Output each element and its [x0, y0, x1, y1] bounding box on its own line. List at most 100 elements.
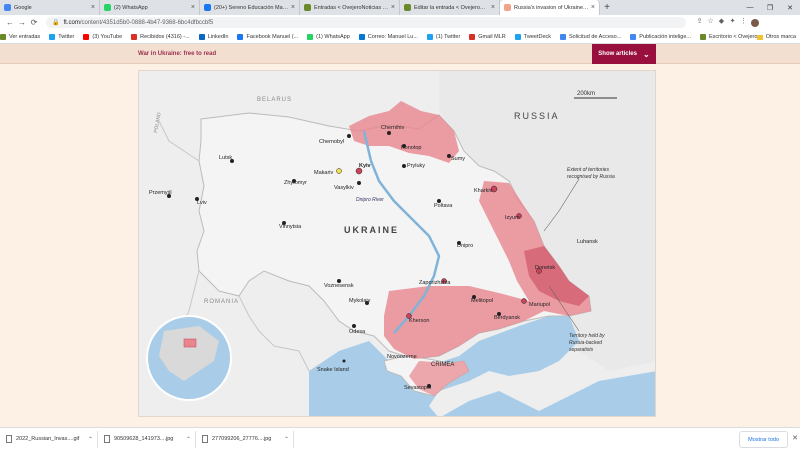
tab-close-icon[interactable]: × — [591, 4, 595, 11]
bookmark-item[interactable]: Recibidos (4316) -... — [131, 33, 190, 40]
forward-icon[interactable]: → — [16, 18, 28, 27]
city-snake-island: Snake Island — [317, 367, 349, 373]
bookmark-item[interactable]: Publicación intelige... — [630, 33, 691, 40]
city-sevastopol: Sevastopol — [404, 385, 431, 391]
new-tab-icon[interactable]: + — [600, 0, 614, 15]
reload-icon[interactable]: ⟳ — [28, 18, 40, 27]
browser-tab[interactable]: Google × — [0, 0, 100, 15]
bookmark-item[interactable]: Facebook Manuel (... — [237, 33, 299, 40]
browser-tab[interactable]: Editar la entrada < OvejeroNoticia × — [400, 0, 500, 15]
bookmark-item[interactable]: Solicitud de Acceso... — [560, 33, 622, 40]
globe-ukraine-highlight — [183, 338, 197, 348]
tab-close-icon[interactable]: × — [191, 4, 195, 11]
annotation-recognised-2: recognised by Russia — [567, 174, 615, 180]
city-dot-makariv — [336, 168, 342, 174]
bookmark-label: TweetDeck — [523, 33, 552, 40]
city-zhytomyr: Zhytomyr — [284, 180, 307, 186]
city-kyiv: Kyiv — [359, 163, 372, 169]
bookmarks-bar: Ver entradas Twitter (3) YouTube Recibidos … — [0, 30, 800, 44]
bookmark-label: (1) Twitter — [435, 33, 461, 40]
star-icon[interactable]: ☆ — [705, 17, 716, 29]
city-zaporizhzhia: Zaporizhzhia — [419, 280, 451, 286]
city-makariv: Makariv — [314, 170, 334, 176]
city-crimea: CRIMEA — [431, 362, 454, 368]
bookmark-item[interactable]: (1) WhatsApp — [307, 33, 350, 40]
browser-tab[interactable]: Entradas < OvejeroNoticias — W × — [300, 0, 400, 15]
city-novoozerne: Novoozerne — [387, 354, 417, 360]
show-articles-label: Show articles — [598, 51, 637, 57]
browser-tab[interactable]: (2) WhatsApp × — [100, 0, 200, 15]
download-item[interactable]: 277099206_27776....jpg ⌃ — [202, 430, 294, 448]
close-downloads-icon[interactable]: ✕ — [792, 434, 798, 442]
city-berdyansk: Berdyansk — [494, 315, 520, 321]
file-icon — [202, 435, 208, 443]
bookmark-label: Recibidos (4316) -... — [140, 33, 190, 40]
city-pryluky: Pryluky — [407, 163, 425, 169]
chevron-up-icon[interactable]: ⌃ — [186, 436, 191, 443]
bookmark-label: Facebook Manuel (... — [246, 33, 299, 40]
puzzle-icon[interactable]: ✦ — [727, 17, 738, 29]
download-item[interactable]: 90509628_141973....jpg ⌃ — [104, 430, 196, 448]
tab-label: Google — [14, 4, 32, 11]
url-path: /content/4351d5b0-0888-4b47-9368-6bc4dfb… — [79, 19, 214, 26]
other-bookmarks[interactable]: Otros marca — [756, 30, 796, 43]
bookmark-label: Escritorio < Ovejero... — [708, 33, 763, 40]
bookmark-label: Twitter — [58, 33, 75, 40]
download-item[interactable]: 2022_Russian_Invas....gif ⌃ — [6, 430, 98, 448]
url-host: ft.com — [63, 19, 80, 26]
bookmark-item[interactable]: Escritorio < Ovejero... — [699, 33, 763, 40]
city-lviv: Lviv — [197, 200, 207, 206]
minimize-icon[interactable]: — — [740, 0, 760, 15]
tab-close-icon[interactable]: × — [491, 4, 495, 11]
ft-war-bar: War in Ukraine: free to read — [0, 44, 800, 64]
file-icon — [104, 435, 110, 443]
close-window-icon[interactable]: ✕ — [780, 0, 800, 15]
city-kharkiv: Kharkiv — [474, 188, 493, 194]
chevron-up-icon[interactable]: ⌃ — [88, 436, 93, 443]
tab-close-icon[interactable]: × — [391, 4, 395, 11]
tab-favicon-icon — [204, 4, 211, 11]
bookmark-label: Solicitud de Acceso... — [569, 33, 622, 40]
bookmark-favicon-icon — [83, 33, 90, 40]
city-konotop: Konotop — [401, 145, 422, 151]
bookmark-item[interactable]: Twitter — [49, 33, 75, 40]
bookmark-label: Publicación intelige... — [639, 33, 691, 40]
bookmark-favicon-icon — [358, 33, 365, 40]
bookmark-favicon-icon — [237, 33, 244, 40]
tab-label: (2) WhatsApp — [114, 4, 148, 11]
annotation-held-1: Territory held by — [569, 333, 605, 339]
bookmark-favicon-icon — [49, 33, 56, 40]
bookmark-item[interactable]: LinkedIn — [198, 33, 228, 40]
bookmark-favicon-icon — [198, 33, 205, 40]
back-icon[interactable]: ← — [4, 18, 16, 27]
annotation-held-3: separatists — [569, 347, 594, 353]
chevron-up-icon[interactable]: ⌃ — [284, 436, 289, 443]
show-all-downloads-button[interactable]: Mostrar todo — [739, 431, 788, 448]
country-romania: ROMANIA — [204, 299, 239, 305]
address-bar[interactable]: 🔒 ft.com /content/4351d5b0-0888-4b47-936… — [46, 17, 686, 28]
tab-favicon-icon — [4, 4, 11, 11]
show-articles-button[interactable]: Show articles ⌄ — [592, 44, 656, 64]
bookmark-favicon-icon — [426, 33, 433, 40]
chevron-down-icon: ⌄ — [642, 49, 650, 59]
menu-dots-icon[interactable]: ⋮ — [738, 17, 749, 29]
lock-icon: 🔒 — [52, 20, 60, 26]
tab-label: Russia's invasion of Ukraine in m — [514, 4, 589, 11]
tab-close-icon[interactable]: × — [291, 4, 295, 11]
bookmark-item[interactable]: TweetDeck — [514, 33, 552, 40]
war-title[interactable]: War in Ukraine: free to read — [138, 51, 216, 57]
avatar[interactable] — [749, 17, 760, 29]
tab-close-icon[interactable]: × — [91, 4, 95, 11]
maximize-icon[interactable]: ❐ — [760, 0, 780, 15]
browser-tab[interactable]: (20+) Sereno Educación Magallan× — [200, 0, 300, 15]
bookmark-label: (1) WhatsApp — [316, 33, 350, 40]
bookmark-item[interactable]: Correo: Manuel Lu... — [358, 33, 418, 40]
browser-tab[interactable]: Russia's invasion of Ukraine in m × — [500, 0, 600, 15]
bookmark-item[interactable]: Gmail MLR — [469, 33, 506, 40]
extension-icon[interactable]: ◆ — [716, 17, 727, 29]
bookmark-item[interactable]: (3) YouTube — [83, 33, 122, 40]
city-dot-chernobyl — [347, 134, 351, 138]
share-icon[interactable]: ⇪ — [694, 17, 705, 29]
bookmark-item[interactable]: Ver entradas — [0, 33, 40, 40]
bookmark-item[interactable]: (1) Twitter — [426, 33, 461, 40]
